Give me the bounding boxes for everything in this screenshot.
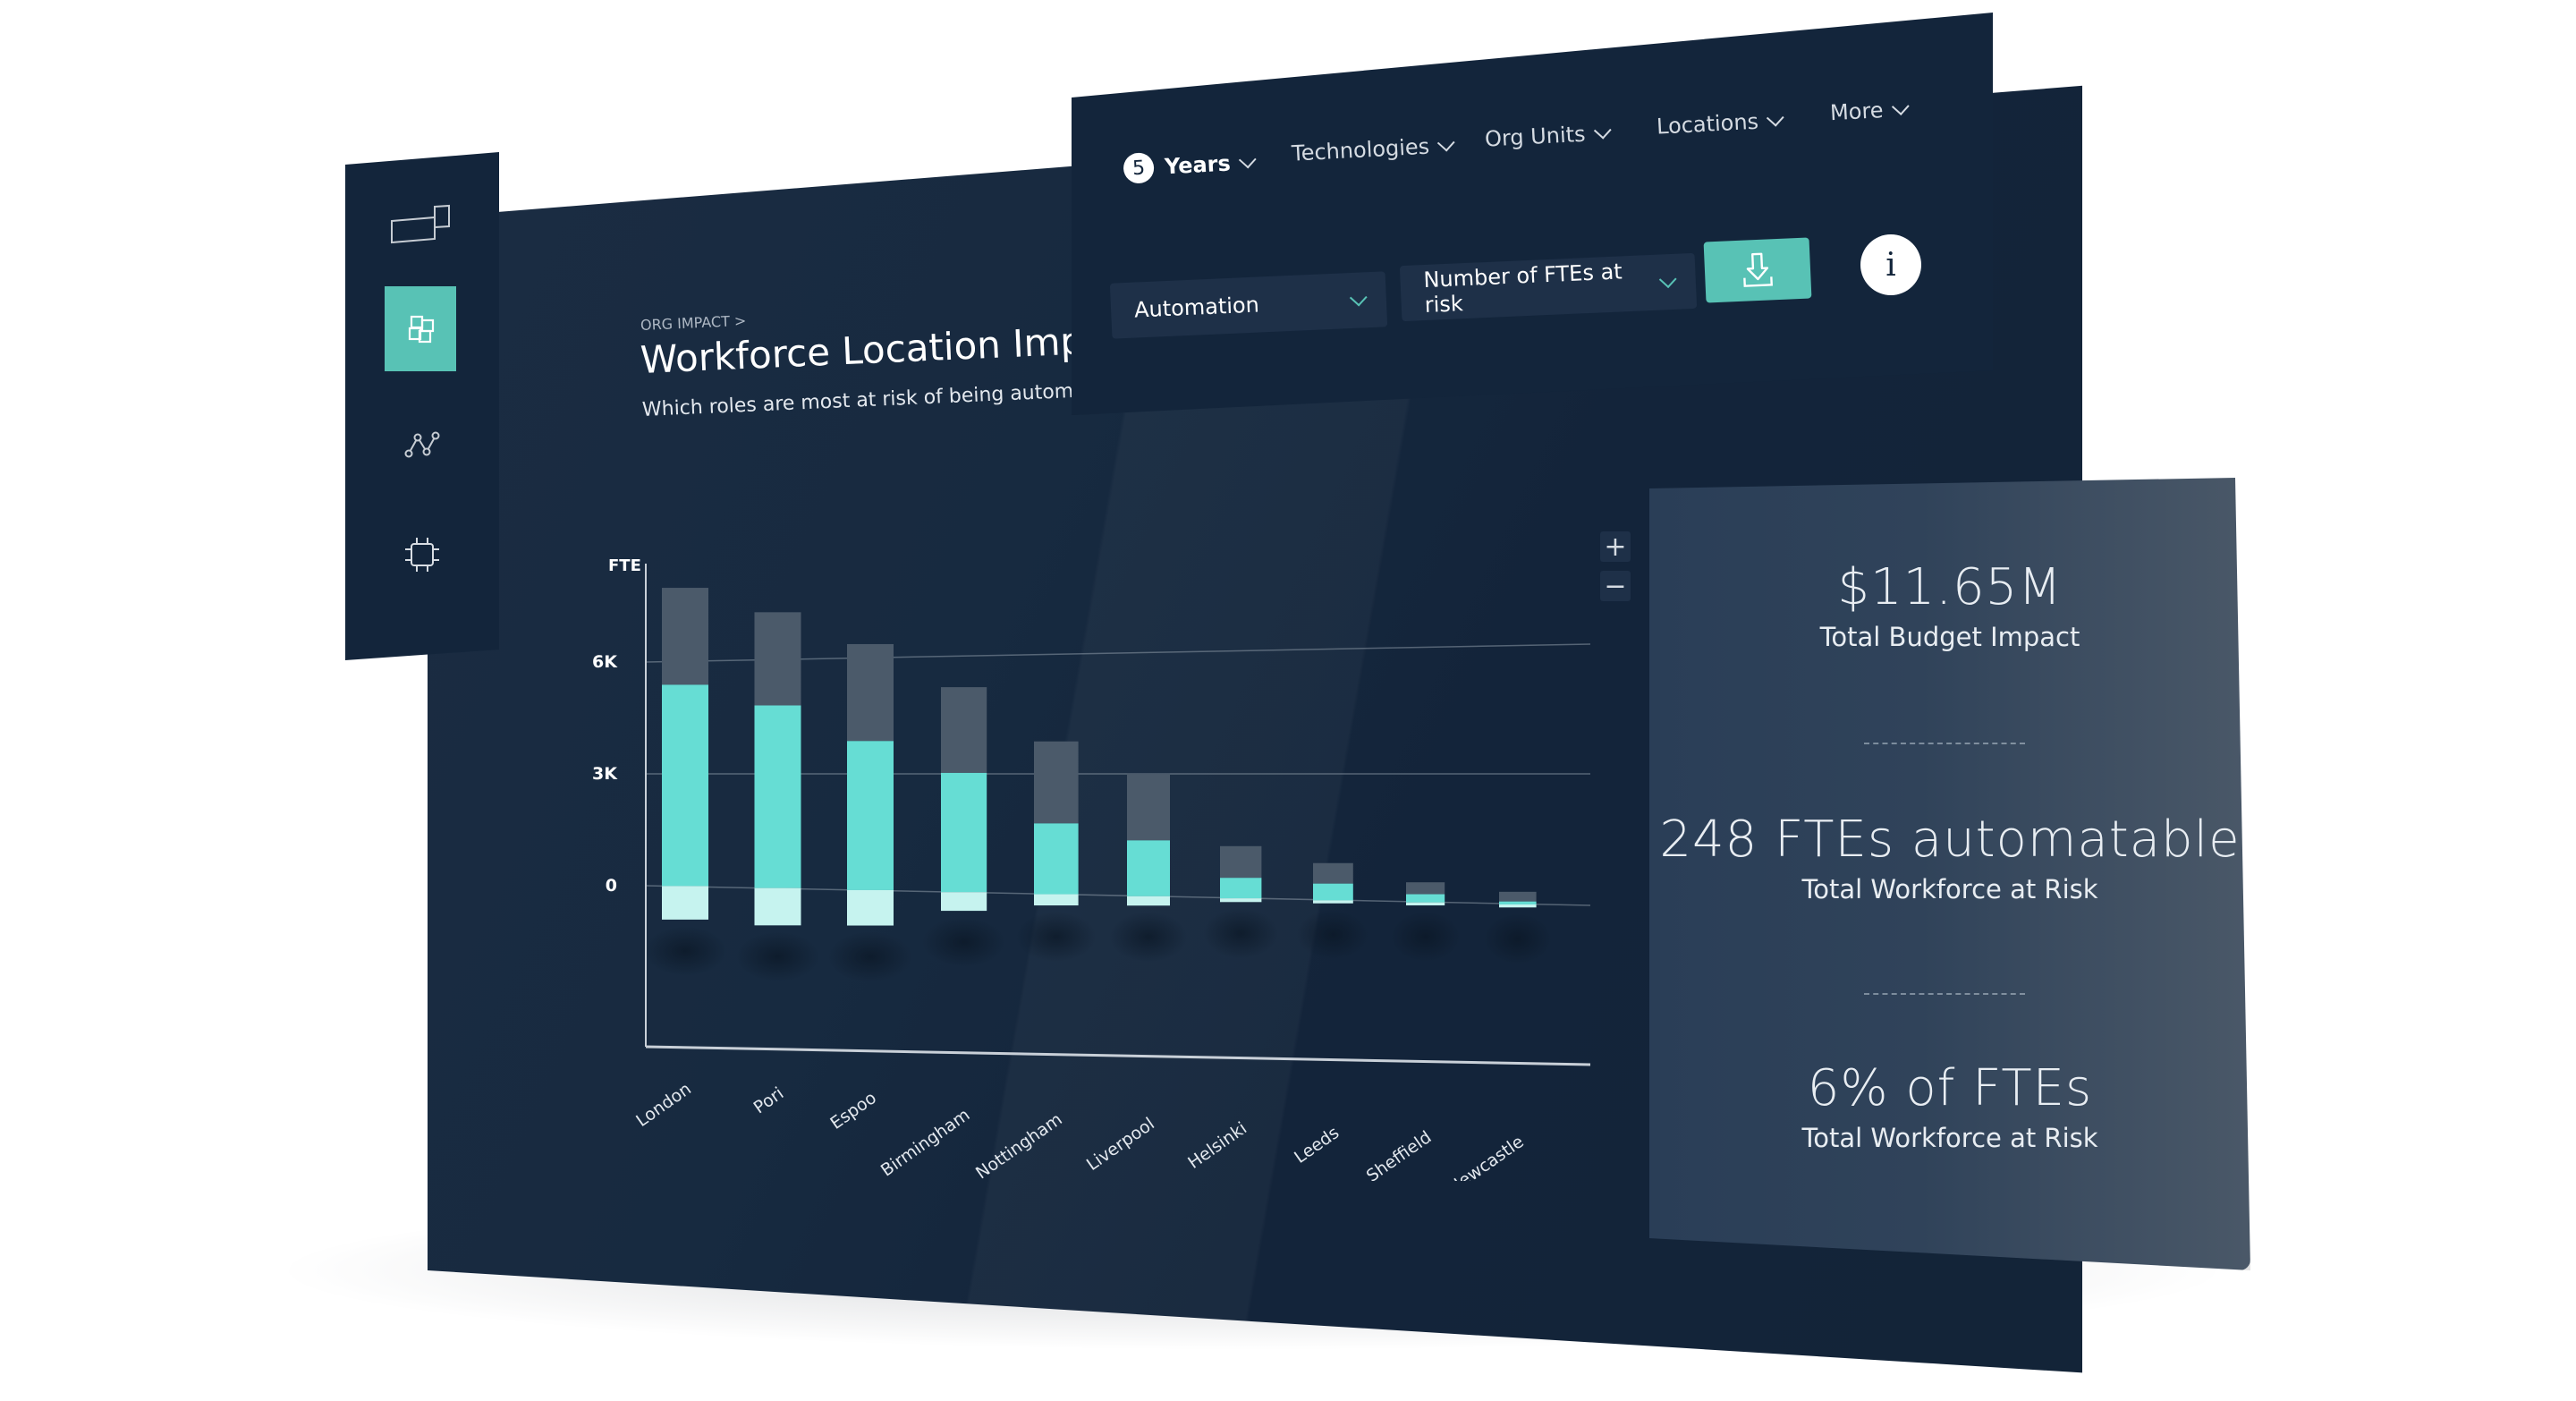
bar-at-risk[interactable] bbox=[941, 772, 987, 893]
y-tick-label: 0 bbox=[606, 876, 617, 896]
kpi-label: Total Workforce at Risk bbox=[1801, 1123, 2098, 1153]
bar-shadow bbox=[643, 925, 727, 976]
filter-more[interactable]: More bbox=[1829, 97, 1910, 126]
bar-at-risk[interactable] bbox=[847, 741, 894, 890]
bar-shadow bbox=[1484, 913, 1552, 964]
y-axis-label: FTE bbox=[608, 556, 641, 575]
bar-below-zero[interactable] bbox=[941, 892, 987, 912]
bar-below-zero[interactable] bbox=[754, 887, 801, 926]
bar-at-risk[interactable] bbox=[1313, 883, 1353, 901]
kpi-panel: $11.65M Total Budget Impact 248 FTEs aut… bbox=[1649, 478, 2250, 1270]
bar-remaining[interactable] bbox=[662, 588, 708, 685]
kpi-budget-impact: $11.65M Total Budget Impact bbox=[1649, 558, 2250, 652]
bar-below-zero[interactable] bbox=[1313, 900, 1353, 904]
bar-remaining[interactable] bbox=[941, 687, 987, 773]
y-tick-label: 6K bbox=[592, 652, 618, 672]
sidebar-item-dashboard[interactable] bbox=[345, 286, 499, 371]
bar-at-risk[interactable] bbox=[662, 684, 708, 887]
kpi-divider bbox=[1864, 993, 2025, 995]
bar-shadow bbox=[1203, 908, 1278, 959]
x-tick-label: Espoo bbox=[826, 1088, 879, 1134]
workforce-location-chart: FTE 0 3K 6K London Pori EspooBirminghamNottin… bbox=[592, 556, 1591, 1181]
bar-at-risk[interactable] bbox=[1220, 878, 1262, 899]
sidebar-item-analytics[interactable] bbox=[345, 413, 499, 476]
download-icon bbox=[1743, 252, 1773, 287]
sidebar-item-technology[interactable] bbox=[345, 523, 499, 586]
x-tick-label: Newcastle bbox=[1445, 1132, 1528, 1181]
bar-shadow bbox=[1016, 912, 1097, 963]
bar-shadow bbox=[1109, 912, 1188, 963]
x-tick-label: London bbox=[632, 1079, 695, 1131]
bar-at-risk[interactable] bbox=[1499, 901, 1537, 904]
bar-below-zero[interactable] bbox=[662, 886, 708, 920]
line-chart-icon bbox=[404, 431, 440, 458]
kpi-fte-percent: 6% of FTEs Total Workforce at Risk bbox=[1649, 1059, 2250, 1153]
bar-remaining[interactable] bbox=[1034, 741, 1079, 824]
filter-bar bbox=[1072, 13, 1993, 415]
chevron-down-icon bbox=[1349, 288, 1368, 307]
bar-at-risk[interactable] bbox=[1127, 840, 1170, 896]
zoom-out-button[interactable]: − bbox=[1600, 570, 1631, 602]
x-tick-label: Leeds bbox=[1291, 1123, 1343, 1168]
info-button[interactable]: i bbox=[1860, 234, 1921, 295]
bar-at-risk[interactable] bbox=[1034, 823, 1079, 895]
bar-shadow bbox=[735, 931, 820, 982]
x-axis-line bbox=[645, 1045, 1591, 1066]
filter-org-units-label: Org Units bbox=[1484, 121, 1587, 152]
x-tick-label: Nottingham bbox=[972, 1109, 1066, 1181]
minus-icon: − bbox=[1604, 570, 1627, 602]
sidebar bbox=[345, 152, 499, 660]
kpi-value: $11.65M bbox=[1837, 558, 2063, 616]
filter-more-label: More bbox=[1829, 98, 1885, 126]
x-tick-label: Helsinki bbox=[1184, 1118, 1250, 1173]
info-icon: i bbox=[1885, 246, 1896, 284]
sidebar-item-logo[interactable] bbox=[345, 188, 499, 259]
kpi-label: Total Workforce at Risk bbox=[1801, 874, 2098, 904]
bar-at-risk[interactable] bbox=[1406, 894, 1445, 903]
filter-locations-label: Locations bbox=[1656, 108, 1759, 140]
x-tick-label: Sheffield bbox=[1363, 1127, 1436, 1181]
bar-remaining[interactable] bbox=[847, 643, 894, 742]
kpi-value: 6% of FTEs bbox=[1807, 1059, 2093, 1117]
dashboard-grid-icon bbox=[408, 315, 435, 343]
x-tick-label: Birmingham bbox=[877, 1105, 974, 1180]
kpi-ftes-automatable: 248 FTEs automatable Total Workforce at … bbox=[1649, 811, 2250, 904]
bar-shadow bbox=[922, 917, 1005, 968]
bar-below-zero[interactable] bbox=[1406, 902, 1445, 906]
logo-icon bbox=[391, 204, 450, 244]
download-button[interactable] bbox=[1703, 237, 1812, 303]
bar-below-zero[interactable] bbox=[1499, 904, 1537, 908]
bar-shadow bbox=[828, 931, 912, 982]
bar-shadow bbox=[1390, 912, 1461, 963]
bar-remaining[interactable] bbox=[1406, 882, 1445, 895]
bar-below-zero[interactable] bbox=[1127, 896, 1170, 906]
kpi-value: 248 FTEs automatable bbox=[1659, 811, 2241, 869]
bar-remaining[interactable] bbox=[1313, 862, 1353, 884]
bar-remaining[interactable] bbox=[1499, 891, 1537, 902]
filter-years-label: Years bbox=[1164, 150, 1232, 180]
bar-remaining[interactable] bbox=[754, 612, 801, 706]
x-tick-label: Pori bbox=[750, 1083, 788, 1117]
bar-layer bbox=[662, 588, 1537, 926]
metric-value: Number of FTEs at risk bbox=[1422, 259, 1623, 318]
x-tick-label: Liverpool bbox=[1083, 1114, 1158, 1175]
y-tick-label: 3K bbox=[592, 764, 618, 784]
bar-shadow bbox=[1297, 909, 1369, 960]
bar-below-zero[interactable] bbox=[1220, 898, 1262, 903]
bar-remaining[interactable] bbox=[1127, 773, 1170, 841]
bar-below-zero[interactable] bbox=[1034, 894, 1079, 906]
kpi-label: Total Budget Impact bbox=[1819, 622, 2080, 652]
plus-icon: + bbox=[1604, 531, 1627, 563]
years-count-badge: 5 bbox=[1123, 152, 1155, 184]
chip-icon bbox=[405, 538, 439, 572]
kpi-divider bbox=[1864, 743, 2025, 744]
zoom-in-button[interactable]: + bbox=[1600, 531, 1631, 563]
analysis-type-value: Automation bbox=[1133, 292, 1260, 323]
bar-remaining[interactable] bbox=[1220, 845, 1262, 879]
bar-at-risk[interactable] bbox=[754, 705, 801, 888]
bar-below-zero[interactable] bbox=[847, 889, 894, 926]
